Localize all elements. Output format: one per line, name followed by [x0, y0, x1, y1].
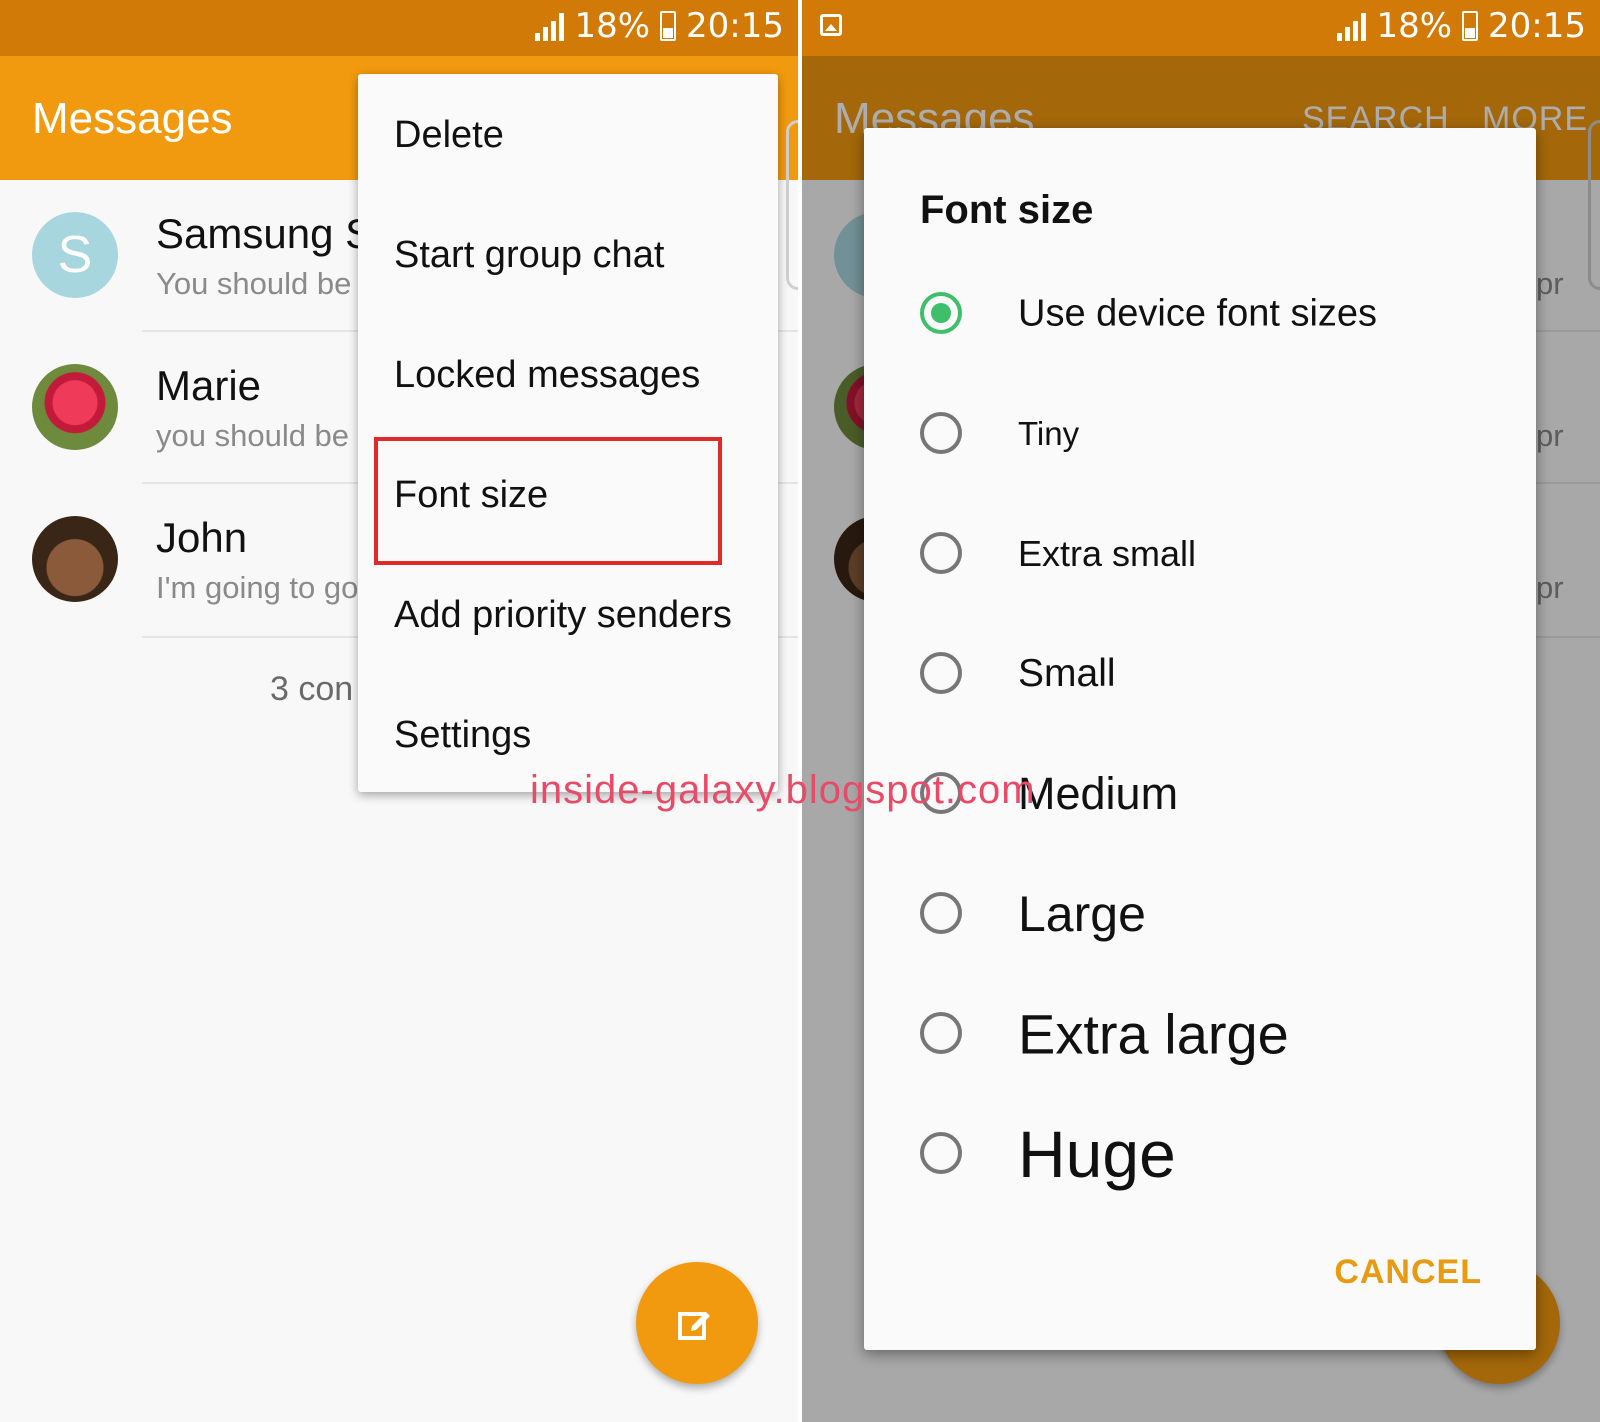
option-label: Large	[1018, 886, 1146, 942]
menu-item-locked-messages[interactable]: Locked messages	[394, 354, 700, 397]
radio-icon[interactable]	[920, 532, 962, 574]
status-bar: 18% 20:15	[0, 0, 798, 56]
option-label: Tiny	[1018, 415, 1080, 452]
status-time: 20:15	[1488, 6, 1586, 46]
menu-item-font-size[interactable]: Font size	[394, 474, 548, 517]
status-bar: 18% 20:15	[802, 0, 1600, 56]
screen-edge	[786, 120, 798, 290]
dialog-title: Font size	[920, 188, 1094, 232]
battery-charging-icon	[1462, 11, 1479, 41]
gallery-notification-icon	[820, 14, 842, 36]
option-tiny[interactable]: Tiny	[920, 386, 1520, 486]
battery-charging-icon	[660, 11, 677, 41]
message-snippet: you should be a	[156, 418, 375, 453]
radio-icon[interactable]	[920, 1012, 962, 1054]
option-small[interactable]: Small	[920, 626, 1520, 726]
option-huge[interactable]: Huge	[920, 1106, 1520, 1206]
compose-button[interactable]	[636, 1262, 758, 1384]
radio-icon[interactable]	[920, 892, 962, 934]
signal-icon	[1337, 11, 1367, 41]
radio-selected-icon[interactable]	[920, 292, 962, 334]
option-label: Extra large	[1018, 1002, 1289, 1066]
avatar	[32, 364, 118, 450]
radio-icon[interactable]	[920, 652, 962, 694]
menu-item-start-group-chat[interactable]: Start group chat	[394, 234, 664, 277]
menu-item-delete[interactable]: Delete	[394, 114, 504, 157]
option-large[interactable]: Large	[920, 866, 1520, 966]
option-use-device-font-sizes[interactable]: Use device font sizes	[920, 266, 1520, 366]
font-size-dialog: Font size Use device font sizes Tiny Ext…	[864, 128, 1536, 1350]
option-extra-small[interactable]: Extra small	[920, 506, 1520, 606]
message-snippet: I'm going to go	[156, 570, 359, 605]
avatar	[32, 516, 118, 602]
message-snippet: You should be	[156, 266, 352, 301]
option-label: Small	[1018, 652, 1116, 695]
left-screen: 18% 20:15 Messages S Samsung S You shoul…	[0, 0, 798, 1422]
menu-item-add-priority-senders[interactable]: Add priority senders	[394, 594, 732, 637]
battery-percent: 18%	[574, 6, 651, 46]
option-label: Use device font sizes	[1018, 292, 1378, 335]
radio-icon[interactable]	[920, 412, 962, 454]
conversation-count: 3 con	[270, 670, 354, 708]
option-extra-large[interactable]: Extra large	[920, 986, 1520, 1086]
radio-icon[interactable]	[920, 1132, 962, 1174]
contact-name: Samsung S	[156, 210, 374, 257]
contact-name: John	[156, 514, 248, 561]
cancel-button[interactable]: CANCEL	[1334, 1253, 1482, 1292]
option-label: Extra small	[1018, 533, 1197, 574]
signal-icon	[535, 11, 565, 41]
menu-item-settings[interactable]: Settings	[394, 714, 531, 757]
contact-name: Marie	[156, 362, 262, 409]
avatar: S	[32, 212, 118, 298]
status-time: 20:15	[686, 6, 784, 46]
right-screen: 18% 20:15 Messages SEARCH MORE pr pr pr …	[802, 0, 1600, 1422]
battery-percent: 18%	[1376, 6, 1453, 46]
option-label: Huge	[1018, 1117, 1176, 1191]
option-label: Medium	[1018, 768, 1179, 819]
app-title: Messages	[32, 94, 233, 143]
watermark: inside-galaxy.blogspot.com	[530, 768, 1036, 812]
compose-icon	[678, 1312, 710, 1340]
overflow-menu: Delete Start group chat Locked messages …	[358, 74, 778, 792]
